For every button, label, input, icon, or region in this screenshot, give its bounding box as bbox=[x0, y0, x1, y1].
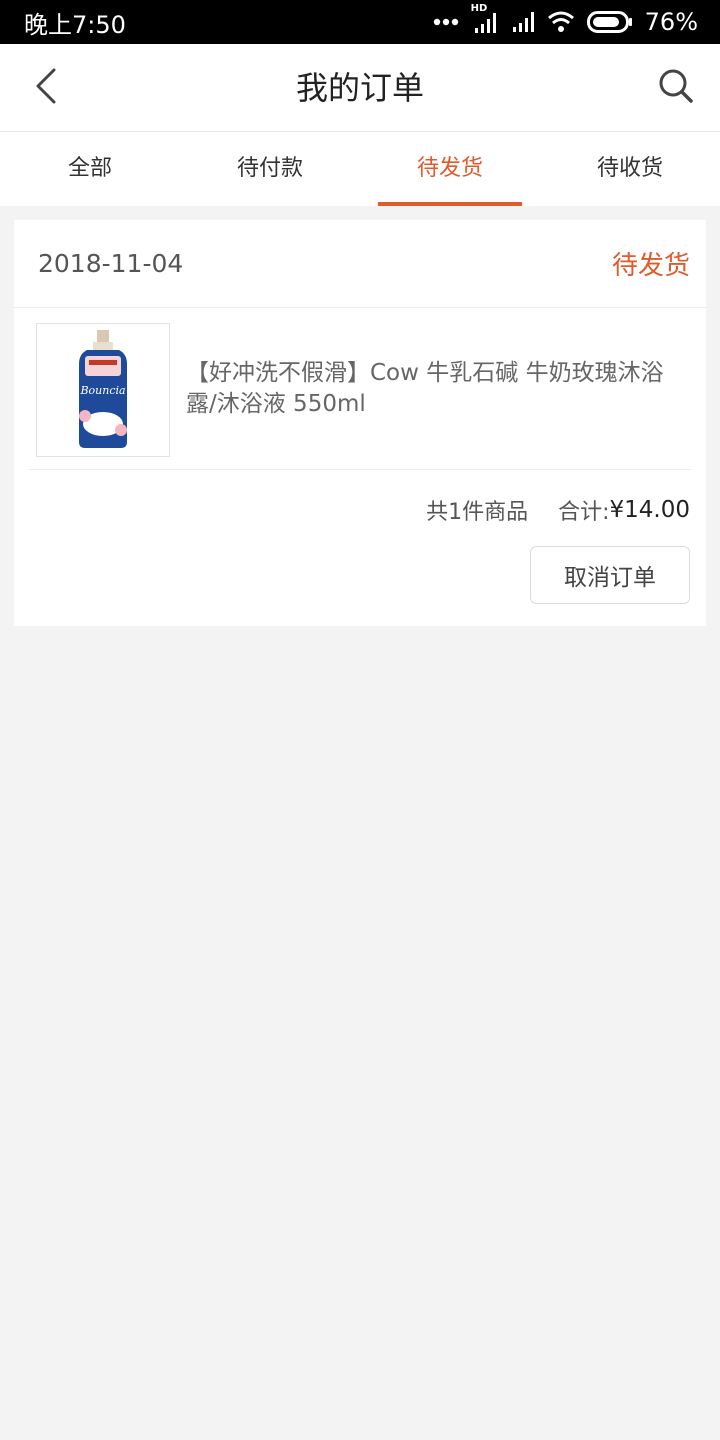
status-time: 晚上7:50 bbox=[24, 10, 126, 39]
tab-pending-receipt[interactable]: 待收货 bbox=[540, 132, 720, 206]
product-row[interactable]: Bouncia 【好冲洗不假滑】Cow 牛乳石碱 牛奶玫瑰沐浴露/沐浴液 550… bbox=[28, 308, 692, 470]
order-summary: 共1件商品 合计: ¥14.00 bbox=[426, 492, 690, 528]
product-image[interactable]: Bouncia bbox=[36, 323, 170, 457]
svg-text:Bouncia: Bouncia bbox=[79, 384, 125, 397]
product-bottle-image: Bouncia bbox=[79, 330, 127, 448]
order-status: 待发货 bbox=[611, 251, 690, 281]
order-total: 合计: ¥14.00 bbox=[558, 494, 690, 526]
total-amount: ¥14.00 bbox=[609, 497, 690, 523]
search-button[interactable] bbox=[654, 66, 698, 110]
status-bar: 晚上7:50 HD 76% bbox=[0, 0, 720, 44]
chevron-left-icon bbox=[34, 68, 58, 108]
order-card[interactable]: 2018-11-04 待发货 Bouncia 【好冲洗不假滑】Cow 牛乳石碱 … bbox=[14, 220, 706, 626]
tab-pending-shipment[interactable]: 待发货 bbox=[360, 132, 540, 206]
back-button[interactable] bbox=[24, 66, 68, 110]
cancel-order-button[interactable]: 取消订单 bbox=[530, 546, 690, 604]
order-tabs: 全部 待付款 待发货 待收货 bbox=[0, 132, 720, 206]
total-label: 合计: bbox=[558, 500, 610, 525]
wifi-icon bbox=[547, 11, 575, 33]
product-name[interactable]: 【好冲洗不假滑】Cow 牛乳石碱 牛奶玫瑰沐浴露/沐浴液 550ml bbox=[186, 358, 684, 420]
page-title: 我的订单 bbox=[295, 69, 424, 107]
signal-icon bbox=[511, 10, 535, 34]
tab-pending-payment[interactable]: 待付款 bbox=[180, 132, 360, 206]
tab-all[interactable]: 全部 bbox=[0, 132, 180, 206]
search-icon bbox=[658, 68, 694, 108]
order-date: 2018-11-04 bbox=[38, 249, 184, 278]
more-dots-icon bbox=[433, 18, 459, 26]
status-icons: HD 76% bbox=[433, 3, 698, 36]
order-card-header: 2018-11-04 待发货 bbox=[14, 220, 706, 308]
battery-percent: 76% bbox=[644, 8, 698, 36]
signal-hd-icon: HD bbox=[471, 3, 499, 35]
battery-icon bbox=[586, 10, 633, 34]
item-count: 共1件商品 bbox=[426, 500, 529, 525]
app-header: 我的订单 bbox=[0, 44, 720, 132]
